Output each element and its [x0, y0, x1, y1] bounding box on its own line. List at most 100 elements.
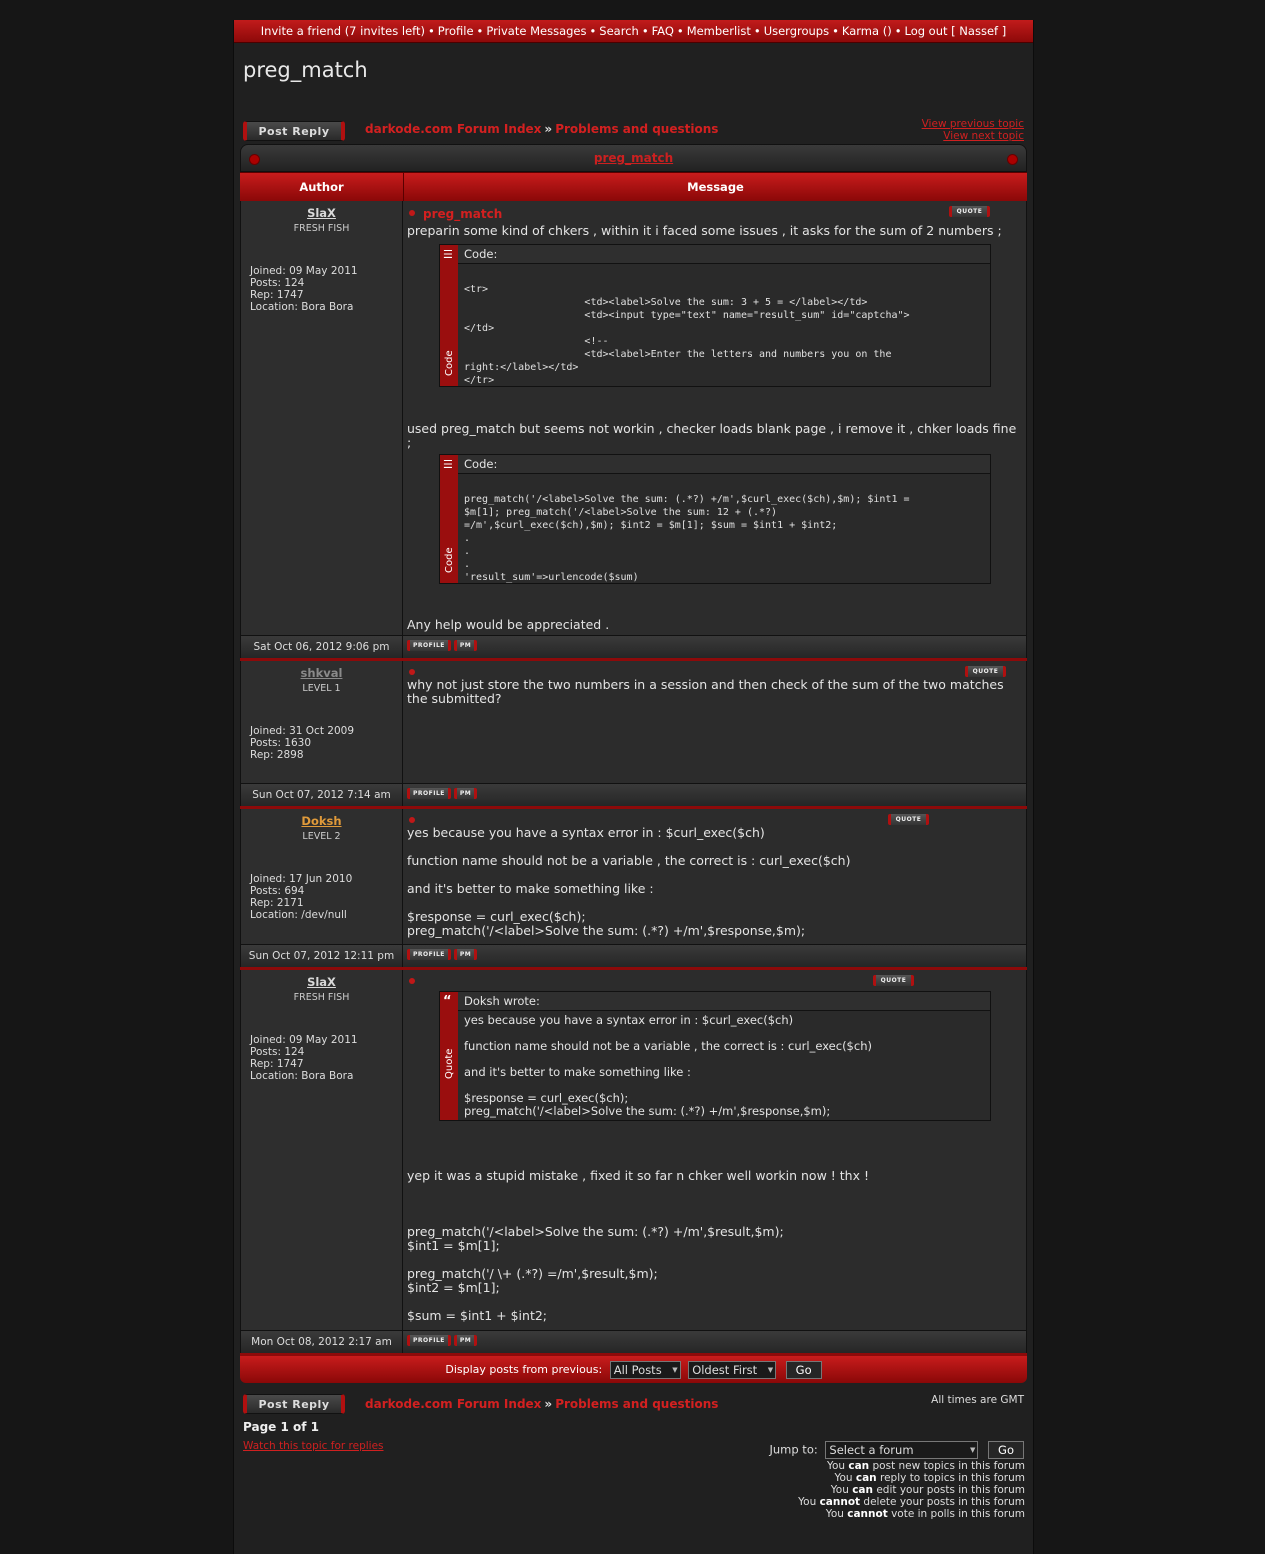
post-author-name[interactable]: SlaX — [241, 206, 402, 220]
jump-forum-select[interactable]: Select a forum — [825, 1441, 979, 1459]
quote-box: “ Quote Doksh wrote: yes because you hav… — [439, 991, 991, 1121]
post-author-name[interactable]: SlaX — [241, 975, 402, 989]
list-icon: ☰ — [443, 248, 453, 261]
profile-button[interactable]: PROFILE — [407, 1335, 451, 1346]
post-footer: Sat Oct 06, 2012 9:06 pm PROFILE PM — [240, 635, 1027, 658]
post-author-stats: Joined: 31 Oct 2009 Posts: 1630 Rep: 289… — [250, 725, 355, 761]
post-author-rank: LEVEL 1 — [302, 683, 341, 694]
pm-button[interactable]: PM — [453, 1335, 478, 1346]
post-author-stats: Joined: 09 May 2011 Posts: 124 Rep: 1747… — [250, 265, 358, 313]
post-text: used preg_match but seems not workin , c… — [407, 421, 1017, 450]
period-select[interactable]: All Posts — [609, 1361, 681, 1379]
breadcrumb-forum[interactable]: Problems and questions — [555, 1397, 718, 1411]
post-text: yes because you have a syntax error in :… — [407, 825, 851, 938]
post-date: Sat Oct 06, 2012 9:06 pm — [240, 636, 403, 658]
breadcrumb-forum[interactable]: Problems and questions — [555, 122, 718, 136]
view-next-topic-link[interactable]: View next topic — [943, 130, 1024, 142]
display-posts-label: Display posts from previous: — [445, 1363, 603, 1376]
post-footer: Sun Oct 07, 2012 7:14 am PROFILE PM — [240, 783, 1027, 806]
order-select[interactable]: Oldest First — [688, 1361, 777, 1379]
display-go-button[interactable]: Go — [785, 1361, 822, 1379]
pm-button[interactable]: PM — [453, 788, 478, 799]
post-3: Doksh LEVEL 2 Joined: 17 Jun 2010 Posts:… — [240, 806, 1027, 944]
quote-button[interactable]: QUOTE — [949, 206, 990, 217]
post-author-panel: SlaX FRESH FISH Joined: 09 May 2011 Post… — [240, 201, 403, 635]
topic-caption-link[interactable]: preg_match — [594, 151, 673, 165]
post-reply-button[interactable]: Post Reply — [243, 121, 345, 141]
permission-line: You cannot delete your posts in this for… — [798, 1496, 1025, 1508]
nav-karma[interactable]: Karma () — [842, 24, 892, 38]
watch-topic-link[interactable]: Watch this topic for replies — [243, 1440, 384, 1452]
nav-invite[interactable]: Invite a friend (7 invites left) — [261, 24, 425, 38]
nav-faq[interactable]: FAQ — [652, 24, 674, 38]
post-text: Any help would be appreciated . — [407, 617, 610, 632]
post-icon — [407, 976, 1022, 987]
list-icon: ☰ — [443, 458, 453, 471]
jump-to: Jump to: Select a forum Go — [769, 1441, 1024, 1459]
profile-button[interactable]: PROFILE — [407, 788, 451, 799]
code-content: preg_match('/<label>Solve the sum: (.*?)… — [464, 494, 910, 583]
post-4: SlaX FRESH FISH Joined: 09 May 2011 Post… — [240, 967, 1027, 1330]
post-author-stats: Joined: 17 Jun 2010 Posts: 694 Rep: 2171… — [250, 873, 353, 921]
caption-right-dot-icon — [1007, 154, 1018, 165]
post-text: preparin some kind of chkers , within it… — [407, 223, 1002, 238]
post-message: QUOTE why not just store the two numbers… — [403, 661, 1027, 783]
code-content: <tr> <td><label>Solve the sum: 3 + 5 = <… — [464, 284, 910, 386]
code-box: ☰ Code Code: <tr> <td><label>Solve the s… — [439, 244, 991, 387]
breadcrumb: darkode.com Forum Index» Problems and que… — [365, 122, 719, 136]
profile-button[interactable]: PROFILE — [407, 949, 451, 960]
nav-usergroups[interactable]: Usergroups — [764, 24, 829, 38]
post-2: shkval LEVEL 1 Joined: 31 Oct 2009 Posts… — [240, 658, 1027, 783]
table-header: Author Message — [240, 172, 1027, 201]
breadcrumb-bottom: darkode.com Forum Index» Problems and que… — [365, 1397, 719, 1411]
quote-mark-icon: “ — [443, 994, 452, 1009]
display-posts-bar: Display posts from previous: All Posts O… — [240, 1353, 1027, 1383]
post-author-panel: shkval LEVEL 1 Joined: 31 Oct 2009 Posts… — [240, 661, 403, 783]
breadcrumb-forum-index[interactable]: darkode.com Forum Index — [365, 122, 541, 136]
post-author-panel: SlaX FRESH FISH Joined: 09 May 2011 Post… — [240, 970, 403, 1330]
post-author-rank: LEVEL 2 — [302, 831, 341, 842]
post-1: SlaX FRESH FISH Joined: 09 May 2011 Post… — [240, 201, 1027, 635]
nav-private-messages[interactable]: Private Messages — [486, 24, 586, 38]
nav-search[interactable]: Search — [599, 24, 639, 38]
quote-button[interactable]: QUOTE — [873, 975, 914, 986]
timezone-note: All times are GMT — [931, 1394, 1024, 1406]
forum-page: Invite a friend (7 invites left) • Profile… — [233, 20, 1034, 1554]
author-column-header: Author — [240, 173, 404, 201]
post-subject: preg_match — [407, 207, 1022, 221]
permission-line: You can reply to topics in this forum — [834, 1472, 1025, 1484]
post-reply-button-bottom[interactable]: Post Reply — [243, 1394, 345, 1414]
nav-logout[interactable]: Log out [ Nassef ] — [904, 24, 1006, 38]
nav-profile[interactable]: Profile — [438, 24, 474, 38]
permission-line: You can post new topics in this forum — [826, 1460, 1025, 1472]
quote-button[interactable]: QUOTE — [965, 666, 1006, 677]
view-previous-topic-link[interactable]: View previous topic — [922, 118, 1024, 130]
post-author-rank: FRESH FISH — [293, 223, 350, 234]
post-text: yep it was a stupid mistake , fixed it s… — [407, 1168, 869, 1323]
page-number: Page 1 of 1 — [243, 1420, 319, 1434]
permission-line: You can edit your posts in this forum — [830, 1484, 1025, 1496]
pm-button[interactable]: PM — [453, 949, 478, 960]
post-text: why not just store the two numbers in a … — [407, 677, 1004, 706]
forum-permissions: You can post new topics in this forum Yo… — [798, 1460, 1025, 1520]
post-author-name[interactable]: shkval — [241, 666, 402, 680]
post-date: Sun Oct 07, 2012 7:14 am — [240, 784, 403, 806]
post-date: Mon Oct 08, 2012 2:17 am — [240, 1331, 403, 1353]
jump-go-button[interactable]: Go — [988, 1441, 1024, 1459]
post-author-rank: FRESH FISH — [293, 992, 350, 1003]
code-box-header: Code: — [458, 455, 990, 474]
post-author-name[interactable]: Doksh — [241, 814, 402, 828]
caption-left-dot-icon — [249, 154, 260, 165]
code-box-header: Code: — [458, 245, 990, 264]
pm-button[interactable]: PM — [453, 640, 478, 651]
breadcrumb-forum-index[interactable]: darkode.com Forum Index — [365, 1397, 541, 1411]
post-icon — [407, 667, 1022, 678]
jump-to-label: Jump to: — [769, 1442, 818, 1457]
post-author-panel: Doksh LEVEL 2 Joined: 17 Jun 2010 Posts:… — [240, 809, 403, 944]
nav-memberlist[interactable]: Memberlist — [687, 24, 751, 38]
top-navigation: Invite a friend (7 invites left) • Profile… — [234, 20, 1033, 43]
profile-button[interactable]: PROFILE — [407, 640, 451, 651]
quote-box-header: Doksh wrote: — [458, 992, 990, 1011]
message-column-header: Message — [687, 180, 744, 194]
quote-button[interactable]: QUOTE — [888, 814, 929, 825]
